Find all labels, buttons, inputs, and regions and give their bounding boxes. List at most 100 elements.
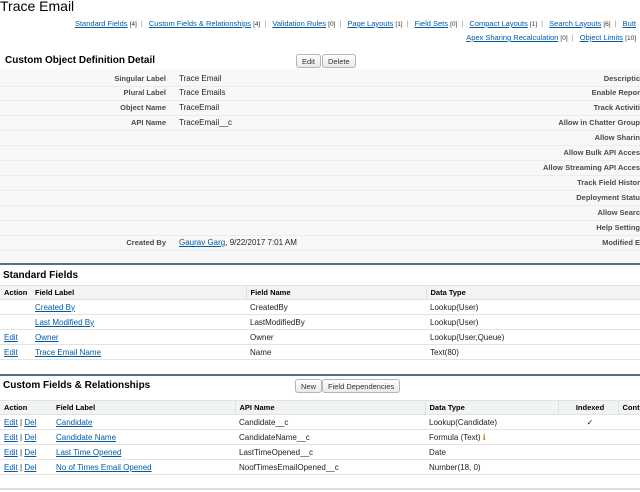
link-separator: | [264,19,267,28]
indexed-cell [558,444,618,460]
field-label-cell: Candidate [52,414,235,430]
field-label-link[interactable]: Trace Email Name [35,348,101,357]
jump-link-validation-rules[interactable]: Validation Rules [272,19,326,28]
column-header: Action [0,285,31,300]
jump-link-compact-layouts[interactable]: Compact Layouts [469,19,527,28]
data-type-cell: Lookup(User) [426,299,640,315]
standard-fields-table: Action Field Label Field Name Data Type … [0,285,640,360]
api-name-cell: Candidate__c [235,414,425,430]
indexed-check-icon: ✓ [558,414,618,430]
table-header-row: Action Field Label Field Name Data Type [0,285,640,300]
edit-link[interactable]: Edit [4,448,18,457]
delete-button[interactable]: Delete [322,54,356,68]
field-label: Track Activiti [593,103,640,112]
detail-row: Singular Label Trace Email Descriptic [0,72,640,87]
jump-link-apex-sharing[interactable]: Apex Sharing Recalculation [466,33,558,42]
controlling-cell [618,429,640,445]
controlling-cell [618,459,640,475]
edit-link[interactable]: Edit [4,333,18,342]
detail-row: Plural Label Trace Emails Enable Repor [0,86,640,101]
jump-link-object-limits[interactable]: Object Limits [580,33,623,42]
action-cell: Edit [0,329,31,345]
field-label-cell: Created By [31,299,246,315]
related-list-links: Standard Fields [4] | Custom Fields & Rel… [36,17,636,45]
field-value: TraceEmail [179,103,220,112]
field-label: Descriptic [603,74,640,83]
link-separator: | [140,19,143,28]
field-label-link[interactable]: Candidate Name [56,433,116,442]
table-row: Edit | Del No of Times Email Opened Noof… [0,459,640,475]
column-header: Contr [617,400,640,415]
field-label-link[interactable]: Created By [35,303,75,312]
delete-link[interactable]: Del [24,463,36,472]
field-label: Plural Label [123,88,166,97]
edit-link[interactable]: Edit [4,433,18,442]
created-by-value: Gaurav Garg, 9/22/2017 7:01 AM [179,238,297,247]
column-header: Action [0,400,52,415]
jump-link-custom-fields[interactable]: Custom Fields & Relationships [149,19,251,28]
action-cell: Edit | Del [0,429,52,445]
created-by-user-link[interactable]: Gaurav Garg [179,238,225,247]
formula-info-icon[interactable]: ℹ [483,433,486,442]
link-separator: | [541,19,544,28]
detail-title: Custom Object Definition Detail [5,55,156,66]
field-label: Enable Repor [591,88,640,97]
indexed-cell [558,429,618,445]
edit-button[interactable]: Edit [296,54,321,68]
table-row: Edit Owner Owner Lookup(User,Queue) [0,329,640,345]
field-label: Created By [126,238,166,247]
field-label-cell: Last Modified By [31,314,246,330]
field-value: Trace Email [179,74,222,83]
new-field-button[interactable]: New [295,379,323,393]
delete-link[interactable]: Del [24,433,36,442]
detail-row: Object Name TraceEmail Track Activiti [0,101,640,116]
detail-row: Allow Sharin [0,131,640,146]
field-label: Object Name [120,103,166,112]
field-label-link[interactable]: No of Times Email Opened [56,463,152,472]
table-row: Created By CreatedBy Lookup(User) [0,299,640,315]
link-separator: | [406,19,409,28]
field-label: Help Setting [596,223,640,232]
field-label: Allow in Chatter Group [558,118,640,127]
field-dependencies-button[interactable]: Field Dependencies [322,379,401,393]
field-label: Track Field Histor [577,178,640,187]
field-label: Allow Bulk API Acces [563,148,640,157]
jump-link-standard-fields[interactable]: Standard Fields [75,19,128,28]
data-type-cell: Formula (Text) ℹ [425,429,558,445]
api-name-cell: LastTimeOpened__c [235,444,425,460]
jump-link-field-sets[interactable]: Field Sets [415,19,448,28]
field-name-cell: LastModifiedBy [246,314,426,330]
detail-row: Created By Gaurav Garg, 9/22/2017 7:01 A… [0,236,640,251]
data-type-cell: Lookup(User,Queue) [426,329,640,345]
field-value: TraceEmail__c [179,118,233,127]
field-label-link[interactable]: Last Time Opened [56,448,121,457]
edit-link[interactable]: Edit [4,463,18,472]
table-row: Edit | Del Last Time Opened LastTimeOpen… [0,444,640,460]
link-separator: | [571,33,574,42]
standard-fields-title: Standard Fields [3,270,79,281]
jump-count: [4] [129,21,137,28]
data-type-cell: Text(80) [426,344,640,360]
field-label-link[interactable]: Owner [35,333,59,342]
edit-link[interactable]: Edit [4,418,18,427]
jump-count: [10] [625,35,636,42]
api-name-cell: NoofTimesEmailOpened__c [235,459,425,475]
field-name-cell: Owner [246,329,426,345]
custom-fields-section: Custom Fields & Relationships New Field … [0,376,640,400]
field-label: Deployment Statu [576,193,640,202]
table-row: Last Modified By LastModifiedBy Lookup(U… [0,314,640,330]
section-bottom-border [0,488,640,490]
field-label-link[interactable]: Candidate [56,418,92,427]
jump-count: [1] [395,21,403,28]
edit-link[interactable]: Edit [4,348,18,357]
delete-link[interactable]: Del [24,448,36,457]
detail-row: Track Field Histor [0,176,640,191]
column-header: Field Label [31,285,246,300]
field-label-link[interactable]: Last Modified By [35,318,94,327]
controlling-cell [618,444,640,460]
jump-link-page-layouts[interactable]: Page Layouts [347,19,393,28]
jump-link-buttons[interactable]: Butt [623,19,636,28]
delete-link[interactable]: Del [24,418,36,427]
jump-link-search-layouts[interactable]: Search Layouts [549,19,601,28]
created-date: , 9/22/2017 7:01 AM [225,238,297,247]
